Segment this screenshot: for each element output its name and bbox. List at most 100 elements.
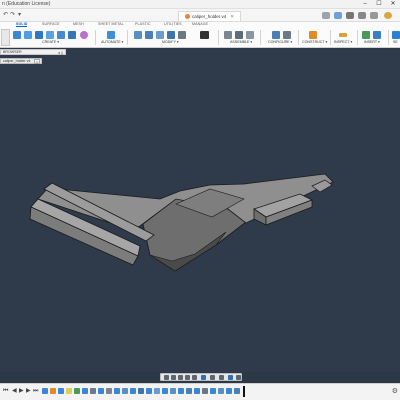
zoom-icon[interactable] <box>185 375 190 380</box>
timeline-feature[interactable] <box>234 388 240 394</box>
form-icon[interactable] <box>80 31 88 39</box>
create-menu[interactable]: CREATE ▾ <box>42 40 59 44</box>
timeline-play-icon[interactable]: ▶ <box>19 388 24 395</box>
modify-menu[interactable]: MODIFY ▾ <box>162 40 179 44</box>
table-icon[interactable] <box>283 31 291 39</box>
tab-sheet-metal[interactable]: SHEET METAL <box>98 22 124 26</box>
close-tab-icon[interactable]: ✕ <box>230 14 234 19</box>
effects-icon[interactable] <box>236 375 241 380</box>
tab-solid[interactable]: SOLID <box>16 22 28 27</box>
timeline-feature[interactable] <box>66 388 72 394</box>
timeline-feature[interactable] <box>202 388 208 394</box>
timeline-last-icon[interactable]: ⏭ <box>33 388 38 395</box>
close-window-button[interactable]: ✕ <box>386 0 400 9</box>
as-built-joint-icon[interactable] <box>246 31 254 39</box>
insert-image-icon[interactable] <box>373 31 381 39</box>
configure-menu[interactable]: CONFIGURE ▾ <box>268 40 292 44</box>
timeline-feature[interactable] <box>50 388 56 394</box>
timeline-feature[interactable] <box>154 388 160 394</box>
new-component-icon[interactable] <box>13 31 21 39</box>
automate-icon[interactable] <box>107 31 115 39</box>
notifications-icon[interactable] <box>358 12 366 19</box>
timeline-feature[interactable] <box>98 388 104 394</box>
timeline-feature[interactable] <box>170 388 176 394</box>
configure-icon[interactable] <box>272 31 280 39</box>
timeline-feature[interactable] <box>162 388 168 394</box>
tab-mesh[interactable]: MESH <box>73 22 84 26</box>
tab-surface[interactable]: SURFACE <box>42 22 60 26</box>
joint-icon[interactable] <box>235 31 243 39</box>
select-icon[interactable] <box>392 31 400 39</box>
new-tab-icon[interactable] <box>322 12 330 19</box>
inspect-menu[interactable]: INSPECT ▾ <box>334 40 352 44</box>
new-component-assemble-icon[interactable] <box>224 31 232 39</box>
timeline-next-icon[interactable]: ▶ <box>26 388 31 395</box>
job-status-icon[interactable] <box>346 12 354 19</box>
avatar[interactable] <box>384 12 392 19</box>
orbit-icon[interactable] <box>164 375 169 380</box>
pattern-icon[interactable] <box>68 31 76 39</box>
revolve-icon[interactable] <box>46 31 54 39</box>
timeline-feature[interactable] <box>194 388 200 394</box>
timeline-marker[interactable] <box>243 386 245 397</box>
minimize-button[interactable]: – <box>358 0 372 9</box>
visibility-icon[interactable]: ◎ <box>34 59 40 64</box>
fillet-icon[interactable] <box>145 31 153 39</box>
move-icon[interactable] <box>200 31 209 39</box>
timeline-feature[interactable] <box>210 388 216 394</box>
pan-icon[interactable] <box>178 375 183 380</box>
insert-derive-icon[interactable] <box>362 31 370 39</box>
component-strip[interactable]: caliper_holder v4 ◎ <box>0 58 42 64</box>
timeline-feature[interactable] <box>138 388 144 394</box>
offset-plane-icon[interactable] <box>309 31 317 39</box>
look-at-icon[interactable] <box>171 375 176 380</box>
display-settings-icon[interactable] <box>201 375 206 380</box>
insert-menu[interactable]: INSERT ▾ <box>364 40 380 44</box>
measure-icon[interactable] <box>339 33 347 37</box>
chamfer-icon[interactable] <box>156 31 164 39</box>
timeline-feature[interactable] <box>90 388 96 394</box>
canvas-viewport[interactable] <box>0 49 400 372</box>
timeline-feature[interactable] <box>218 388 224 394</box>
tab-manage[interactable]: MANAGE <box>192 22 208 26</box>
timeline-feature[interactable] <box>186 388 192 394</box>
automate-menu[interactable]: AUTOMATE ▾ <box>101 40 123 44</box>
timeline-feature[interactable] <box>74 388 80 394</box>
design-workspace-button[interactable] <box>1 29 10 46</box>
browser-panel[interactable]: BROWSER ◂ || <box>0 49 66 55</box>
extrude-icon[interactable] <box>35 31 43 39</box>
create-sketch-icon[interactable] <box>24 31 32 39</box>
gear-icon[interactable]: ⚙ <box>392 388 398 395</box>
help-icon[interactable] <box>370 12 378 19</box>
timeline-feature[interactable] <box>130 388 136 394</box>
tab-plastic[interactable]: PLASTIC <box>135 22 151 26</box>
timeline-prev-icon[interactable]: ◀ <box>12 388 17 395</box>
timeline-feature[interactable] <box>146 388 152 394</box>
redo-icon[interactable]: ↷ <box>10 12 15 19</box>
timeline-feature[interactable] <box>58 388 64 394</box>
undo-icon[interactable]: ↶ <box>3 12 8 19</box>
select-menu[interactable]: SE <box>393 40 398 44</box>
caliper-holder-model[interactable] <box>0 49 400 372</box>
maximize-button[interactable]: ☐ <box>372 0 386 9</box>
timeline-feature[interactable] <box>42 388 48 394</box>
extensions-icon[interactable] <box>334 12 342 19</box>
timeline-feature[interactable] <box>114 388 120 394</box>
viewports-icon[interactable] <box>219 375 224 380</box>
timeline-feature[interactable] <box>178 388 184 394</box>
dropdown-icon[interactable]: ▾ <box>18 12 21 19</box>
hole-icon[interactable] <box>57 31 65 39</box>
browser-collapse-icon[interactable]: ◂ || <box>58 50 63 55</box>
timeline-feature[interactable] <box>106 388 112 394</box>
timeline-first-icon[interactable]: ⏮ <box>3 388 8 395</box>
assemble-menu[interactable]: ASSEMBLE ▾ <box>230 40 252 44</box>
construct-menu[interactable]: CONSTRUCT ▾ <box>302 40 327 44</box>
timeline-feature[interactable] <box>82 388 88 394</box>
tab-utilities[interactable]: UTILITIES <box>164 22 182 26</box>
combine-icon[interactable] <box>178 31 186 39</box>
shell-icon[interactable] <box>167 31 175 39</box>
section-icon[interactable] <box>228 375 233 380</box>
timeline-feature[interactable] <box>226 388 232 394</box>
document-tab[interactable]: caliper_holder v4 ✕ <box>178 11 242 21</box>
zoom-window-icon[interactable] <box>192 375 197 380</box>
